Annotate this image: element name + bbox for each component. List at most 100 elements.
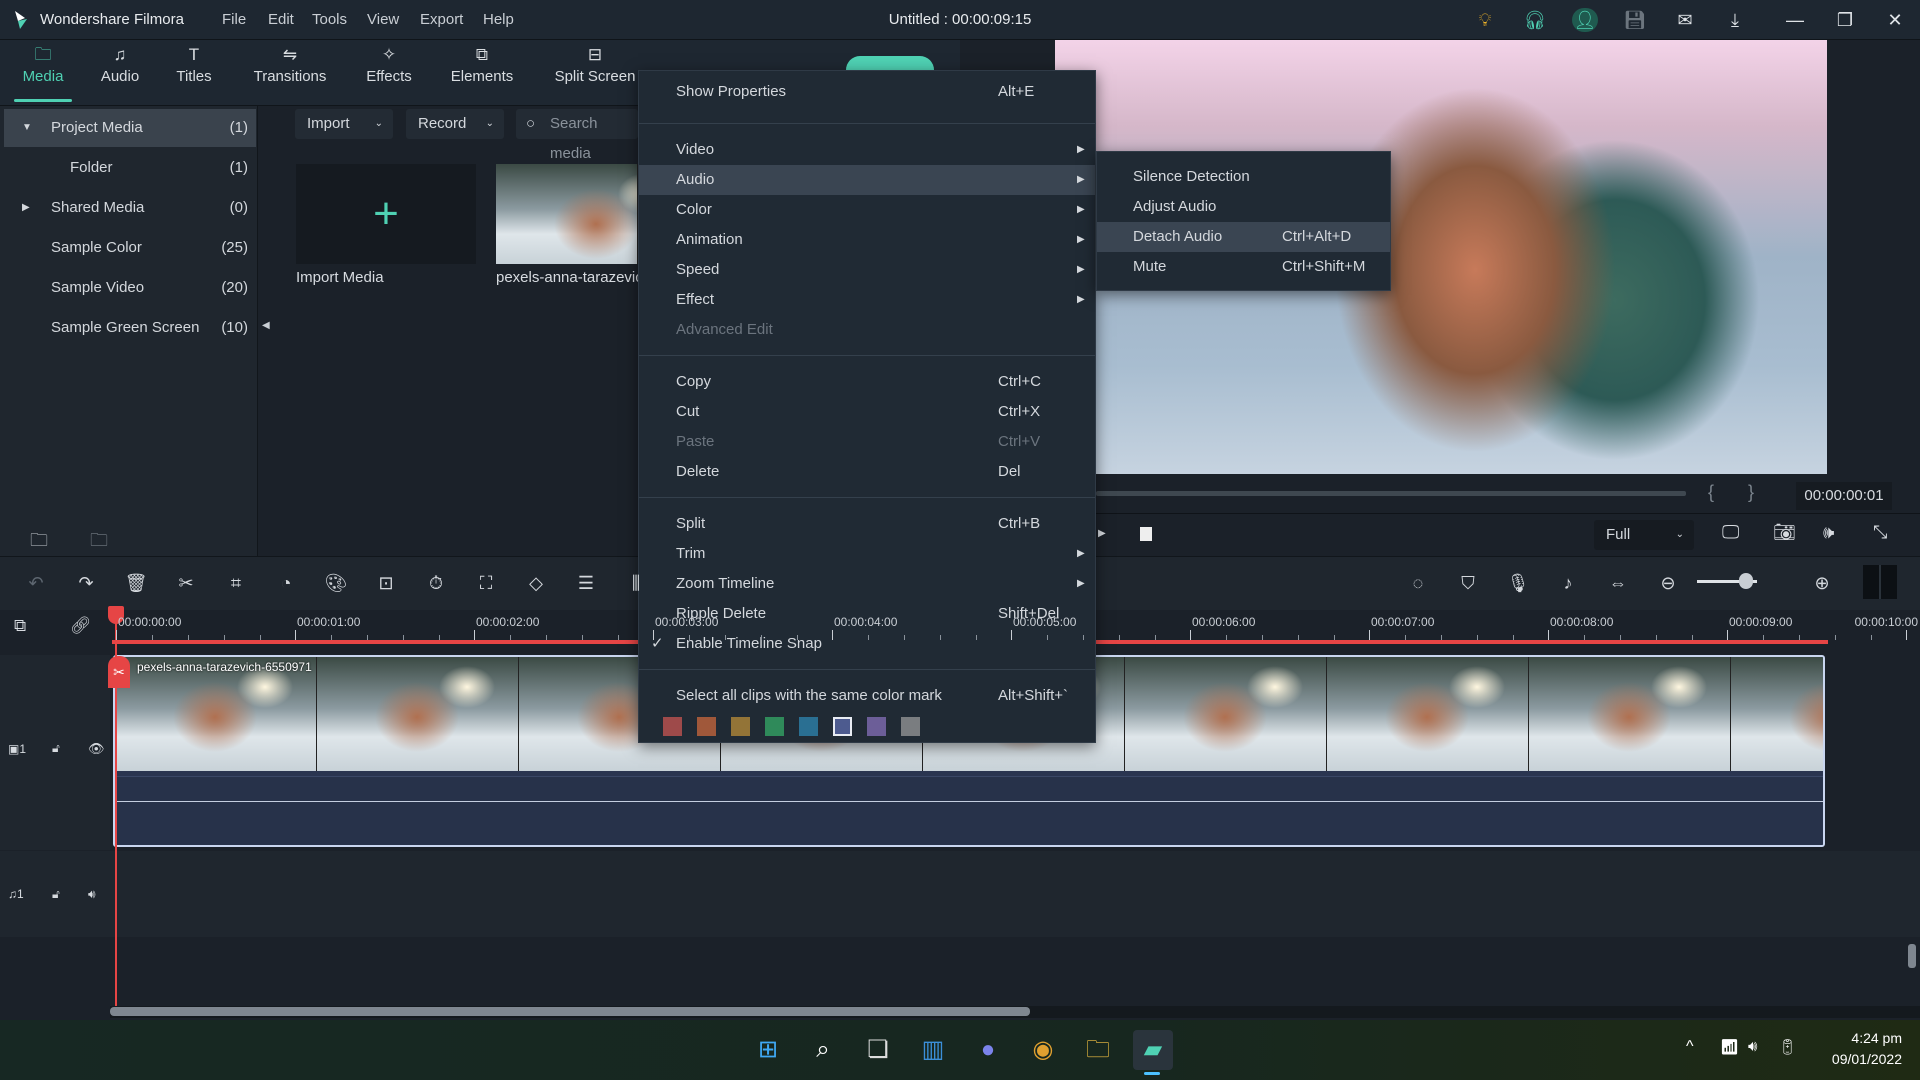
task-view-icon[interactable]: ❏ [858,1030,898,1070]
show-hidden-icons[interactable]: ^ [1686,1038,1694,1056]
menu-item-video[interactable]: Video ▶ [639,135,1095,165]
play-icon[interactable]: ▶ [1098,528,1106,539]
wifi-icon[interactable]: 📶︎ [1720,1038,1739,1056]
library-item-sample-video[interactable]: Sample Video (20) [4,269,256,307]
tab-transitions[interactable]: ⇋ Transitions [248,40,332,106]
color-icon[interactable]: 🎨︎ [322,570,350,596]
import-dropdown[interactable]: Import ⌄ [295,109,393,139]
expand-arrow-icon[interactable]: ▼ [22,109,32,147]
submenu-item-detach-audio[interactable]: Detach Audio Ctrl+Alt+D [1097,222,1390,252]
menu-view[interactable]: View [367,11,399,28]
menu-item-animation[interactable]: Animation ▶ [639,225,1095,255]
undo-icon[interactable]: ↶ [22,570,50,596]
link-icon[interactable]: 🔗︎ [70,616,92,636]
zoom-out-icon[interactable]: ⊖ [1654,570,1682,596]
submenu-item-mute[interactable]: Mute Ctrl+Shift+M [1097,252,1390,282]
color-mark-swatch[interactable] [697,717,716,736]
library-item-sample-color[interactable]: Sample Color (25) [4,229,256,267]
zoom-in-icon[interactable]: ⊕ [1808,570,1836,596]
menu-file[interactable]: File [222,11,246,28]
library-item-folder[interactable]: Folder (1) [4,149,256,187]
color-mark-swatch[interactable] [663,717,682,736]
menu-item-color[interactable]: Color ▶ [639,195,1095,225]
speed-icon[interactable]: ◔ [272,570,300,596]
zoom-slider-handle[interactable] [1739,573,1754,589]
stop-icon[interactable] [1140,527,1152,541]
lightbulb-icon[interactable]: 💡︎ [1472,8,1498,32]
start-icon[interactable]: ⊞ [748,1030,788,1070]
menu-item-select-all-clips-with-the-same-color-mark[interactable]: Select all clips with the same color mar… [639,681,1095,711]
menu-help[interactable]: Help [483,11,514,28]
mark-in-icon[interactable]: { [1708,482,1714,503]
filmora-taskbar-icon[interactable]: ▰ [1133,1030,1173,1070]
clock-date[interactable]: 09/01/2022 [1810,1051,1902,1067]
library-item-shared-media[interactable]: ▶ Shared Media (0) [4,189,256,227]
volume-icon[interactable]: 🔊︎ [1748,1038,1757,1055]
import-media-tile[interactable]: + [296,164,476,264]
menu-item-speed[interactable]: Speed ▶ [639,255,1095,285]
menu-edit[interactable]: Edit [268,11,294,28]
menu-item-trim[interactable]: Trim ▶ [639,539,1095,569]
record-voiceover-icon[interactable]: 🎙︎ [1504,570,1532,596]
audio-ducking-icon[interactable]: ♪ [1554,570,1582,596]
menu-item-cut[interactable]: Cut Ctrl+X [639,397,1095,427]
scissors-icon[interactable]: ✂ [108,656,130,688]
file-explorer-icon[interactable]: 🗀 [1078,1030,1118,1070]
green-screen-icon[interactable]: ⊡ [372,570,400,596]
minimize-icon[interactable]: — [1782,8,1808,32]
menu-item-show-properties[interactable]: Show Properties Alt+E [639,77,1095,107]
menu-item-copy[interactable]: Copy Ctrl+C [639,367,1095,397]
tab-effects[interactable]: ✧ Effects [360,40,418,106]
menu-item-split[interactable]: Split Ctrl+B [639,509,1095,539]
duration-icon[interactable]: ⏱︎ [422,570,450,596]
submenu-item-adjust-audio[interactable]: Adjust Audio [1097,192,1390,222]
color-mark-swatch[interactable] [867,717,886,736]
tab-titles[interactable]: T Titles [172,40,216,106]
add-track-icon[interactable]: ⧉ [14,616,26,636]
adjust-icon[interactable]: ☰ [572,570,600,596]
media-clip-thumbnail[interactable] [496,164,638,264]
menu-export[interactable]: Export [420,11,463,28]
download-icon[interactable]: ⤓ [1722,8,1748,32]
render-preview-icon[interactable]: ◌ [1404,570,1432,596]
marker-icon[interactable]: ⛉ [1454,570,1482,596]
tab-split-screen[interactable]: ⊟ Split Screen [550,40,640,106]
color-mark-swatch[interactable] [833,717,852,736]
library-item-sample-green-screen[interactable]: Sample Green Screen (10) [4,309,256,347]
tab-elements[interactable]: ⧉ Elements [446,40,518,106]
new-folder-icon[interactable]: 🗀 [30,528,48,558]
color-mark-swatch[interactable] [901,717,920,736]
collapse-panel-arrow[interactable]: ◀ [262,320,270,331]
eye-icon[interactable]: 👁︎ [88,741,105,757]
clock-time[interactable]: 4:24 pm [1810,1030,1902,1046]
menu-tools[interactable]: Tools [312,11,347,28]
submenu-item-silence-detection[interactable]: Silence Detection [1097,162,1390,192]
tab-audio[interactable]: ♫ Audio [96,40,144,106]
record-dropdown[interactable]: Record ⌄ [406,109,504,139]
snapshot-icon[interactable]: 📷︎ [1773,522,1796,543]
widgets-icon[interactable]: ▥ [913,1030,953,1070]
audio-mixer-icon[interactable]: ⫼ [622,570,650,596]
account-icon[interactable]: 👤︎ [1572,8,1598,32]
expand-arrow-icon[interactable]: ▶ [22,189,30,227]
menu-item-delete[interactable]: Delete Del [639,457,1095,487]
vertical-scrollbar-thumb[interactable] [1908,944,1916,968]
quality-dropdown[interactable]: Full ⌄ [1594,520,1694,550]
menu-item-effect[interactable]: Effect ▶ [639,285,1095,315]
redo-icon[interactable]: ↷ [72,570,100,596]
search-icon[interactable]: ⌕ [803,1030,843,1070]
crop-icon[interactable]: ⌗ [222,570,250,596]
audio-meter-toggle[interactable] [1863,565,1897,599]
headset-icon[interactable]: 🎧︎ [1522,8,1548,32]
teams-chat-icon[interactable]: ● [968,1030,1008,1070]
color-mark-swatch[interactable] [731,717,750,736]
close-icon[interactable]: ✕ [1882,8,1908,32]
delete-icon[interactable]: 🗑︎ [122,570,150,596]
scrollbar-thumb[interactable] [110,1007,1030,1016]
speaker-icon[interactable]: 🔊︎ [88,887,96,902]
menu-item-enable-timeline-snap[interactable]: ✓ Enable Timeline Snap [639,629,1095,659]
mark-out-icon[interactable]: } [1748,482,1754,503]
mail-icon[interactable]: ✉ [1672,8,1698,32]
tab-media[interactable]: 🗀 Media [14,40,72,106]
keyframe-icon[interactable]: ◇ [522,570,550,596]
